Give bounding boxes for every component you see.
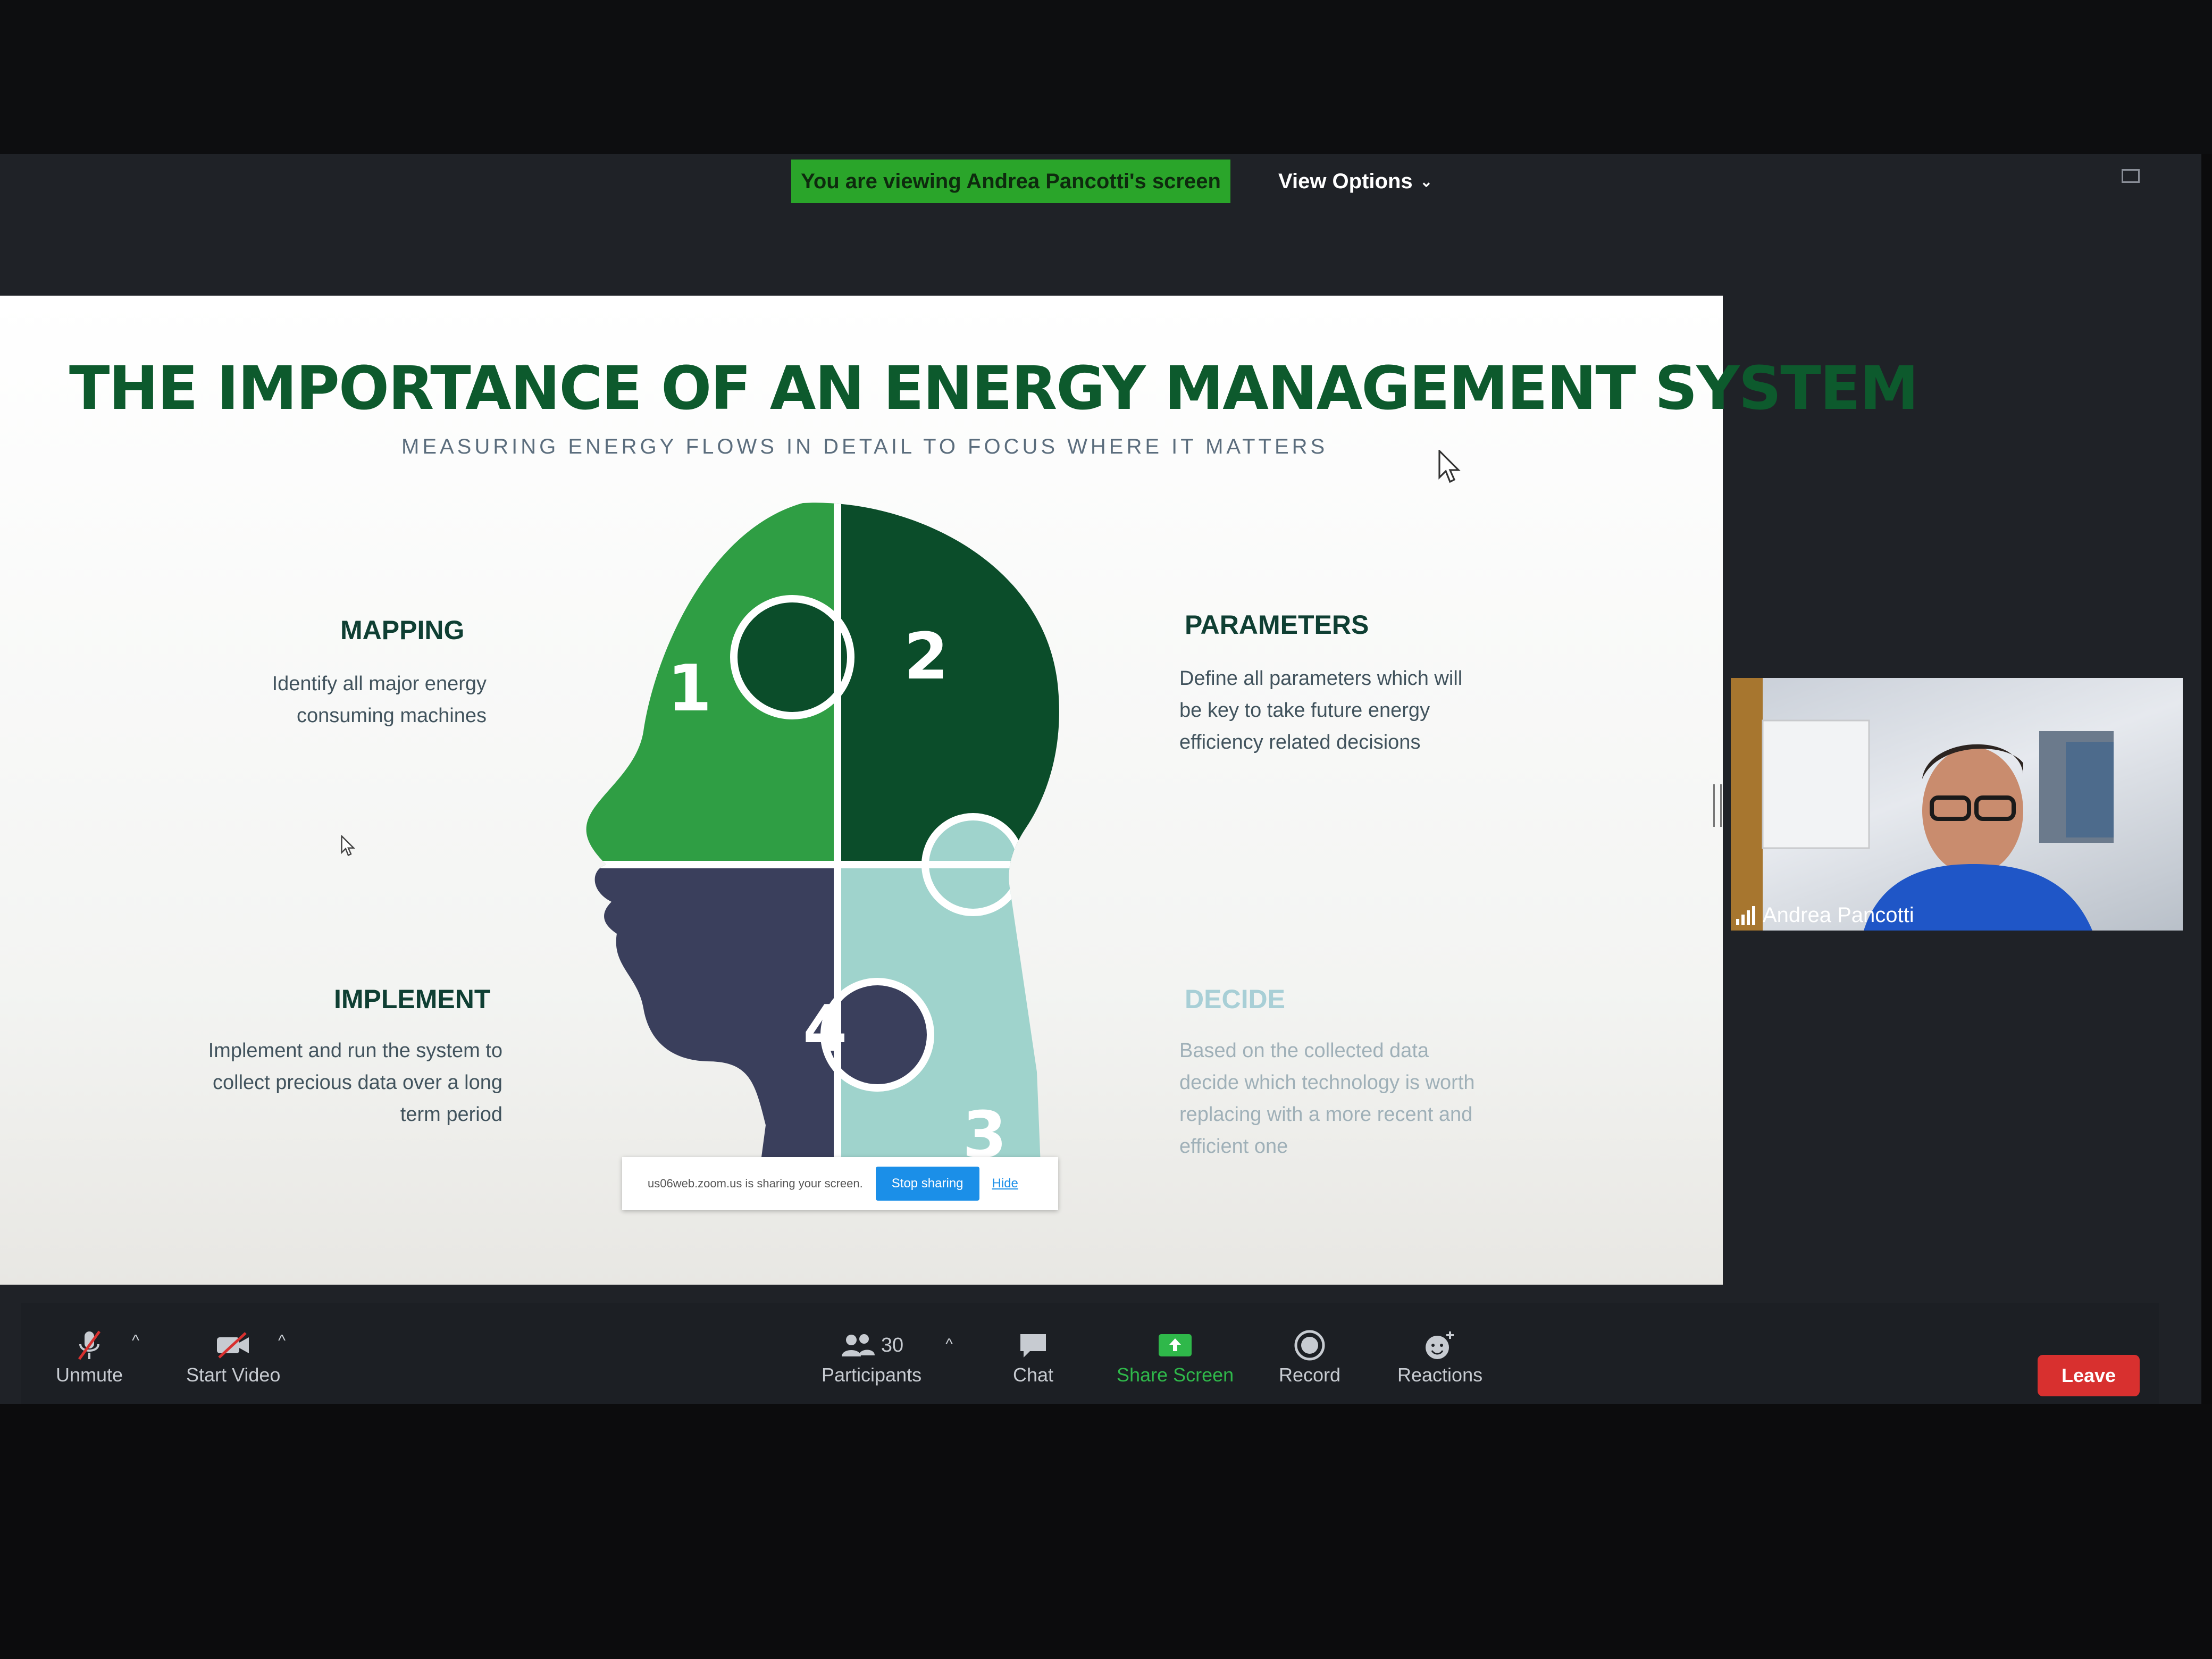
text-line: Define all parameters which will	[1179, 667, 1463, 690]
signal-strength-icon	[1736, 906, 1755, 925]
text-line: be key to take future energy	[1179, 699, 1430, 722]
section-mapping-title: MAPPING	[340, 615, 465, 645]
viewing-banner: You are viewing Andrea Pancotti's screen	[791, 160, 1230, 203]
leave-button[interactable]: Leave	[2038, 1355, 2140, 1396]
share-screen-icon	[1157, 1327, 1194, 1364]
participants-count: 30	[881, 1334, 904, 1356]
reactions-button[interactable]: Reactions	[1397, 1327, 1482, 1386]
text-line: consuming machines	[297, 705, 487, 727]
video-options-caret[interactable]: ^	[278, 1332, 286, 1350]
view-mode-button[interactable]	[2122, 169, 2140, 183]
share-screen-label: Share Screen	[1117, 1364, 1234, 1386]
text-line: Implement and run the system to	[208, 1040, 502, 1062]
text-line: term period	[400, 1103, 502, 1126]
text-line: replacing with a more recent and	[1179, 1103, 1473, 1126]
puzzle-number-2: 2	[904, 620, 949, 694]
people-icon	[841, 1334, 875, 1356]
puzzle-piece-2	[837, 502, 1059, 865]
text-line: Based on the collected data	[1179, 1040, 1429, 1062]
remote-cursor-icon	[341, 835, 356, 857]
participant-name-label: Andrea Pancotti	[1736, 903, 1914, 927]
puzzle-knob-2	[730, 595, 854, 719]
chevron-down-icon: ⌄	[1420, 173, 1433, 190]
viewing-banner-text: You are viewing Andrea Pancotti's screen	[801, 169, 1221, 193]
record-label: Record	[1279, 1364, 1341, 1386]
share-screen-button[interactable]: Share Screen	[1117, 1327, 1234, 1386]
participants-label: Participants	[822, 1364, 922, 1386]
participant-video-tile[interactable]: Andrea Pancotti	[1731, 678, 2183, 931]
head-puzzle-graphic: 1 2 4 3	[586, 502, 1059, 1205]
panel-resize-handle[interactable]	[1713, 784, 1722, 827]
section-parameters-title: PARAMETERS	[1185, 610, 1369, 640]
unmute-label: Unmute	[56, 1364, 123, 1386]
view-options-label: View Options	[1278, 169, 1413, 193]
gallery-view-icon	[2122, 169, 2140, 183]
puzzle-number-4: 4	[803, 992, 848, 1066]
section-parameters-text: Define all parameters which will be key …	[1179, 663, 1552, 758]
mouse-cursor-icon	[1438, 450, 1461, 483]
start-video-label: Start Video	[186, 1364, 281, 1386]
start-video-button[interactable]: Start Video	[186, 1327, 280, 1386]
section-decide-title: DECIDE	[1185, 984, 1285, 1014]
screen-sharing-bar: us06web.zoom.us is sharing your screen. …	[622, 1157, 1058, 1210]
microphone-muted-icon	[71, 1327, 108, 1364]
chat-label: Chat	[1013, 1364, 1054, 1386]
text-line: collect precious data over a long	[213, 1071, 502, 1094]
unmute-button[interactable]: Unmute	[56, 1327, 123, 1386]
puzzle-number-1: 1	[667, 652, 712, 726]
section-implement-text: Implement and run the system to collect …	[170, 1035, 502, 1130]
audio-options-caret[interactable]: ^	[132, 1332, 139, 1350]
emoji-reaction-icon	[1421, 1327, 1459, 1364]
participants-icon-group: 30	[840, 1327, 903, 1364]
stop-sharing-button[interactable]: Stop sharing	[875, 1167, 979, 1201]
text-line: efficiency related decisions	[1179, 731, 1421, 753]
participant-video-image	[1731, 678, 2114, 931]
text-line: efficient one	[1179, 1135, 1288, 1158]
sharing-notice-text: us06web.zoom.us is sharing your screen.	[648, 1177, 863, 1190]
slide-subtitle: MEASURING ENERGY FLOWS IN DETAIL TO FOCU…	[401, 435, 1328, 458]
participant-name: Andrea Pancotti	[1763, 903, 1914, 927]
monitor-bezel-bottom	[0, 1404, 2212, 1659]
record-button[interactable]: Record	[1279, 1327, 1340, 1386]
section-decide-text: Based on the collected data decide which…	[1179, 1035, 1552, 1162]
chat-bubble-icon	[1015, 1327, 1052, 1364]
participants-button[interactable]: 30 Participants	[822, 1327, 921, 1386]
shared-slide: THE IMPORTANCE OF AN ENERGY MANAGEMENT S…	[0, 296, 1919, 1285]
text-line: decide which technology is worth	[1179, 1071, 1475, 1094]
video-camera-off-icon	[215, 1327, 252, 1364]
participants-options-caret[interactable]: ^	[945, 1336, 953, 1354]
chat-button[interactable]: Chat	[1013, 1327, 1053, 1386]
view-options-button[interactable]: View Options ⌄	[1278, 163, 1432, 200]
hide-link[interactable]: Hide	[992, 1176, 1018, 1191]
section-mapping-text: Identify all major energy consuming mach…	[191, 668, 487, 732]
monitor-bezel-top	[0, 0, 2212, 154]
section-implement-title: IMPLEMENT	[334, 984, 491, 1014]
text-line: Identify all major energy	[272, 673, 487, 695]
reactions-label: Reactions	[1397, 1364, 1483, 1386]
meeting-toolbar	[21, 1303, 2159, 1404]
slide-title: THE IMPORTANCE OF AN ENERGY MANAGEMENT S…	[69, 354, 1919, 423]
record-icon	[1291, 1327, 1328, 1364]
